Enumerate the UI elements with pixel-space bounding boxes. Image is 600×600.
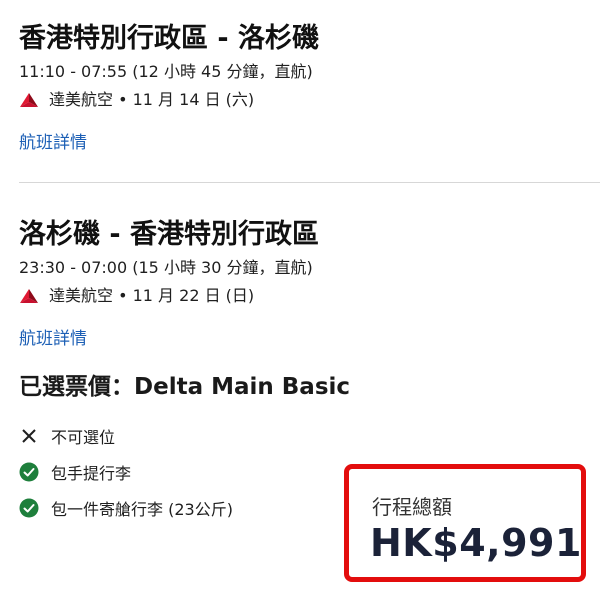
fare-feature-checked-bag: 包一件寄艙行李 (23公斤) bbox=[19, 490, 233, 526]
fare-feature-text: 包一件寄艙行李 (23公斤) bbox=[51, 500, 233, 519]
outbound-leg: 香港特別行政區 - 洛杉磯 11:10 - 07:55 (12 小時 45 分鐘… bbox=[19, 22, 319, 155]
fare-features-list: 不可選位 包手提行李 包一件寄艙行李 (23公斤) bbox=[19, 418, 233, 526]
x-icon bbox=[19, 426, 39, 446]
fare-feature-seat-selection: 不可選位 bbox=[19, 418, 233, 454]
delta-logo-icon bbox=[19, 288, 39, 304]
outbound-airline-row: 達美航空 • 11 月 14 日 (六) bbox=[19, 89, 319, 111]
fare-feature-text: 包手提行李 bbox=[51, 464, 132, 483]
check-circle-icon bbox=[19, 498, 39, 518]
flight-summary-page: 香港特別行政區 - 洛杉磯 11:10 - 07:55 (12 小時 45 分鐘… bbox=[0, 0, 600, 600]
check-circle-icon bbox=[19, 462, 39, 482]
trip-total-label: 行程總額 bbox=[372, 495, 452, 519]
outbound-route-title: 香港特別行政區 - 洛杉磯 bbox=[19, 23, 320, 54]
fare-feature-carry-on: 包手提行李 bbox=[19, 454, 233, 490]
return-times: 23:30 - 07:00 (15 小時 30 分鐘，直航) bbox=[19, 258, 313, 277]
outbound-times: 11:10 - 07:55 (12 小時 45 分鐘，直航) bbox=[19, 62, 313, 81]
delta-logo-icon bbox=[19, 92, 39, 108]
outbound-flight-details-link[interactable]: 航班詳情 bbox=[19, 131, 319, 155]
return-airline-date: 達美航空 • 11 月 22 日 (日) bbox=[49, 286, 255, 305]
leg-divider bbox=[19, 182, 600, 183]
outbound-airline-date: 達美航空 • 11 月 14 日 (六) bbox=[49, 90, 255, 109]
return-flight-details-link[interactable]: 航班詳情 bbox=[19, 327, 319, 351]
selected-fare-title: 已選票價：Delta Main Basic bbox=[19, 374, 351, 400]
return-route-title: 洛杉磯 - 香港特別行政區 bbox=[19, 219, 320, 250]
trip-total-highlight: 行程總額 HK$4,991 bbox=[344, 464, 586, 582]
fare-feature-text: 不可選位 bbox=[51, 428, 116, 447]
trip-total-amount: HK$4,991 bbox=[370, 521, 582, 565]
return-airline-row: 達美航空 • 11 月 22 日 (日) bbox=[19, 285, 319, 307]
return-leg: 洛杉磯 - 香港特別行政區 23:30 - 07:00 (15 小時 30 分鐘… bbox=[19, 218, 319, 351]
